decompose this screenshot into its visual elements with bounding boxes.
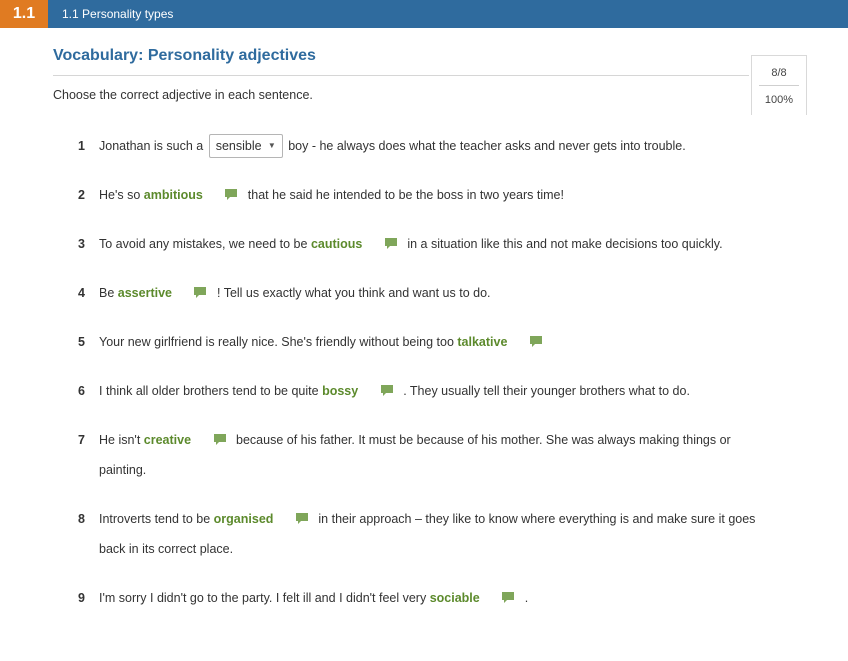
question-text-before: Be: [99, 286, 115, 300]
comment-icon[interactable]: [529, 335, 543, 348]
exercise-instructions: Choose the correct adjective in each sen…: [53, 88, 313, 102]
comment-icon[interactable]: [224, 188, 238, 201]
question-text-before: I think all older brothers tend to be qu…: [99, 384, 319, 398]
question-number: 1: [78, 139, 85, 153]
question-text: I'm sorry I didn't go to the party. I fe…: [99, 583, 769, 613]
score-percent: 100%: [764, 94, 794, 106]
score-box: 8/8 100%: [751, 55, 807, 115]
question-text-after: . They usually tell their younger brothe…: [403, 384, 690, 398]
answer-select-value: sensible: [215, 138, 262, 153]
exercise-title: Vocabulary: Personality adjectives: [53, 47, 316, 64]
comment-icon[interactable]: [384, 237, 398, 250]
unit-badge: 1.1: [0, 0, 48, 28]
question-text: Introverts tend to be organised in their…: [99, 504, 769, 564]
score-count: 8/8: [771, 67, 787, 79]
comment-icon[interactable]: [213, 433, 227, 446]
dropdown-arrow-icon: ▼: [267, 140, 276, 150]
answer-text: cautious: [310, 237, 363, 251]
question-number: 7: [78, 433, 85, 447]
answer-text: ambitious: [143, 188, 203, 202]
answer-text: creative: [143, 433, 192, 447]
comment-icon[interactable]: [193, 286, 207, 299]
question-number: 2: [78, 188, 85, 202]
question-text-before: He's so: [99, 188, 141, 202]
comment-icon[interactable]: [380, 384, 394, 397]
question-text-after: ! Tell us exactly what you think and wan…: [216, 286, 491, 300]
question-text: I think all older brothers tend to be qu…: [99, 376, 769, 406]
question-text: Your new girlfriend is really nice. She'…: [99, 327, 769, 357]
question-text-after: that he said he intended to be the boss …: [247, 188, 564, 202]
answer-text: organised: [213, 512, 274, 526]
answer-text: assertive: [117, 286, 172, 300]
question-text-before: I'm sorry I didn't go to the party. I fe…: [99, 591, 427, 605]
question-text-before: Your new girlfriend is really nice. She'…: [99, 335, 454, 349]
question-text-after: in a situation like this and not make de…: [407, 237, 723, 251]
question-number: 5: [78, 335, 85, 349]
title-divider: [53, 75, 749, 76]
question-text-before: Introverts tend to be: [99, 512, 211, 526]
question-text-after: boy - he always does what the teacher as…: [288, 139, 686, 153]
question-text-before: To avoid any mistakes, we need to be: [99, 237, 308, 251]
question-number: 4: [78, 286, 85, 300]
comment-icon[interactable]: [295, 512, 309, 525]
question-text-before: He isn't: [99, 433, 141, 447]
question-number: 9: [78, 591, 85, 605]
answer-text: bossy: [322, 384, 359, 398]
question-text: Jonathan is such a sensible ▼ boy - he a…: [99, 131, 769, 161]
topbar-title: 1.1 Personality types: [62, 7, 174, 21]
question-number: 3: [78, 237, 85, 251]
score-divider: [759, 85, 799, 86]
question-text-after: because of his father. It must be becaus…: [99, 433, 731, 477]
question-number: 6: [78, 384, 85, 398]
question-text-after: .: [524, 591, 529, 605]
question-number: 8: [78, 512, 85, 526]
question-text: He's so ambitious that he said he intend…: [99, 180, 769, 210]
question-text-before: Jonathan is such a: [99, 139, 204, 153]
answer-text: talkative: [457, 335, 508, 349]
top-bar: 1.1 1.1 Personality types: [0, 0, 848, 28]
answer-text: sociable: [429, 591, 480, 605]
question-text: He isn't creative because of his father.…: [99, 425, 769, 485]
comment-icon[interactable]: [501, 591, 515, 604]
question-text: To avoid any mistakes, we need to be cau…: [99, 229, 769, 259]
answer-select[interactable]: sensible ▼: [208, 133, 283, 158]
question-text: Be assertive ! Tell us exactly what you …: [99, 278, 769, 308]
